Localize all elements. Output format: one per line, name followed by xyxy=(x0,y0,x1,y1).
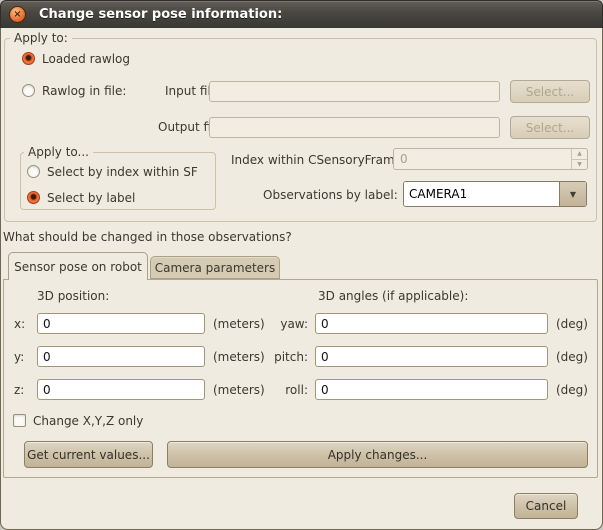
tab-camera-parameters[interactable]: Camera parameters xyxy=(150,256,280,279)
z-label: z: xyxy=(14,383,24,397)
chevron-down-icon: ▼ xyxy=(570,190,576,199)
rawlog-in-file-radio[interactable] xyxy=(22,84,35,97)
yaw-field[interactable] xyxy=(315,313,548,334)
output-file-field xyxy=(209,117,500,138)
titlebar[interactable]: × Change sensor pose information: xyxy=(0,0,603,28)
roll-unit-label: (deg) xyxy=(556,383,588,397)
select-by-label-radio[interactable] xyxy=(27,191,40,204)
select-by-index-label[interactable]: Select by index within SF xyxy=(47,165,198,179)
pitch-unit-label: (deg) xyxy=(556,350,588,364)
input-file-field xyxy=(209,81,500,102)
apply-to-legend: Apply to: xyxy=(10,31,72,45)
input-file-select-button: Select... xyxy=(510,80,590,103)
change-xyz-checkbox[interactable] xyxy=(13,414,26,427)
loaded-rawlog-label[interactable]: Loaded rawlog xyxy=(42,52,130,66)
position-heading: 3D position: xyxy=(37,289,109,303)
dialog-window: × Change sensor pose information: Apply … xyxy=(0,0,603,530)
change-xyz-label[interactable]: Change X,Y,Z only xyxy=(33,414,143,428)
rawlog-in-file-label[interactable]: Rawlog in file: xyxy=(42,84,126,98)
z-unit-label: (meters) xyxy=(213,383,265,397)
index-spinner: 0 ▲ ▼ xyxy=(393,148,588,170)
pitch-label: pitch: xyxy=(260,350,308,364)
spin-down-icon: ▼ xyxy=(572,160,587,170)
cancel-button[interactable]: Cancel xyxy=(514,493,578,519)
close-icon: × xyxy=(13,10,21,20)
index-spinner-buttons: ▲ ▼ xyxy=(571,149,587,169)
index-spinner-value: 0 xyxy=(394,149,571,169)
angles-heading: 3D angles (if applicable): xyxy=(318,289,468,303)
spin-up-icon: ▲ xyxy=(572,149,587,160)
question-label: What should be changed in those observat… xyxy=(3,230,292,244)
y-unit-label: (meters) xyxy=(213,350,265,364)
select-by-label-label[interactable]: Select by label xyxy=(47,191,135,205)
roll-field[interactable] xyxy=(315,379,548,400)
index-within-label: Index within CSensoryFrame xyxy=(231,153,402,167)
y-field[interactable] xyxy=(37,346,205,367)
roll-label: roll: xyxy=(260,383,308,397)
loaded-rawlog-radio[interactable] xyxy=(22,52,35,65)
x-unit-label: (meters) xyxy=(213,317,265,331)
close-button[interactable]: × xyxy=(9,6,26,23)
window-title: Change sensor pose information: xyxy=(39,1,282,28)
observations-combo[interactable]: ▼ xyxy=(403,181,587,207)
y-label: y: xyxy=(14,350,24,364)
select-by-index-radio[interactable] xyxy=(27,165,40,178)
observations-by-label-label: Observations by label: xyxy=(263,188,398,202)
z-field[interactable] xyxy=(37,379,205,400)
yaw-label: yaw: xyxy=(260,317,308,331)
selection-mode-legend: Apply to... xyxy=(24,145,93,159)
x-field[interactable] xyxy=(37,313,205,334)
observations-combo-dropdown[interactable]: ▼ xyxy=(559,182,586,206)
apply-changes-button[interactable]: Apply changes... xyxy=(167,441,588,468)
observations-combo-input[interactable] xyxy=(404,182,559,206)
x-label: x: xyxy=(14,317,25,331)
pitch-field[interactable] xyxy=(315,346,548,367)
get-current-values-button[interactable]: Get current values... xyxy=(24,441,153,468)
yaw-unit-label: (deg) xyxy=(556,317,588,331)
output-file-select-button: Select... xyxy=(510,116,590,139)
tab-sensor-pose-on-robot[interactable]: Sensor pose on robot xyxy=(8,252,148,280)
